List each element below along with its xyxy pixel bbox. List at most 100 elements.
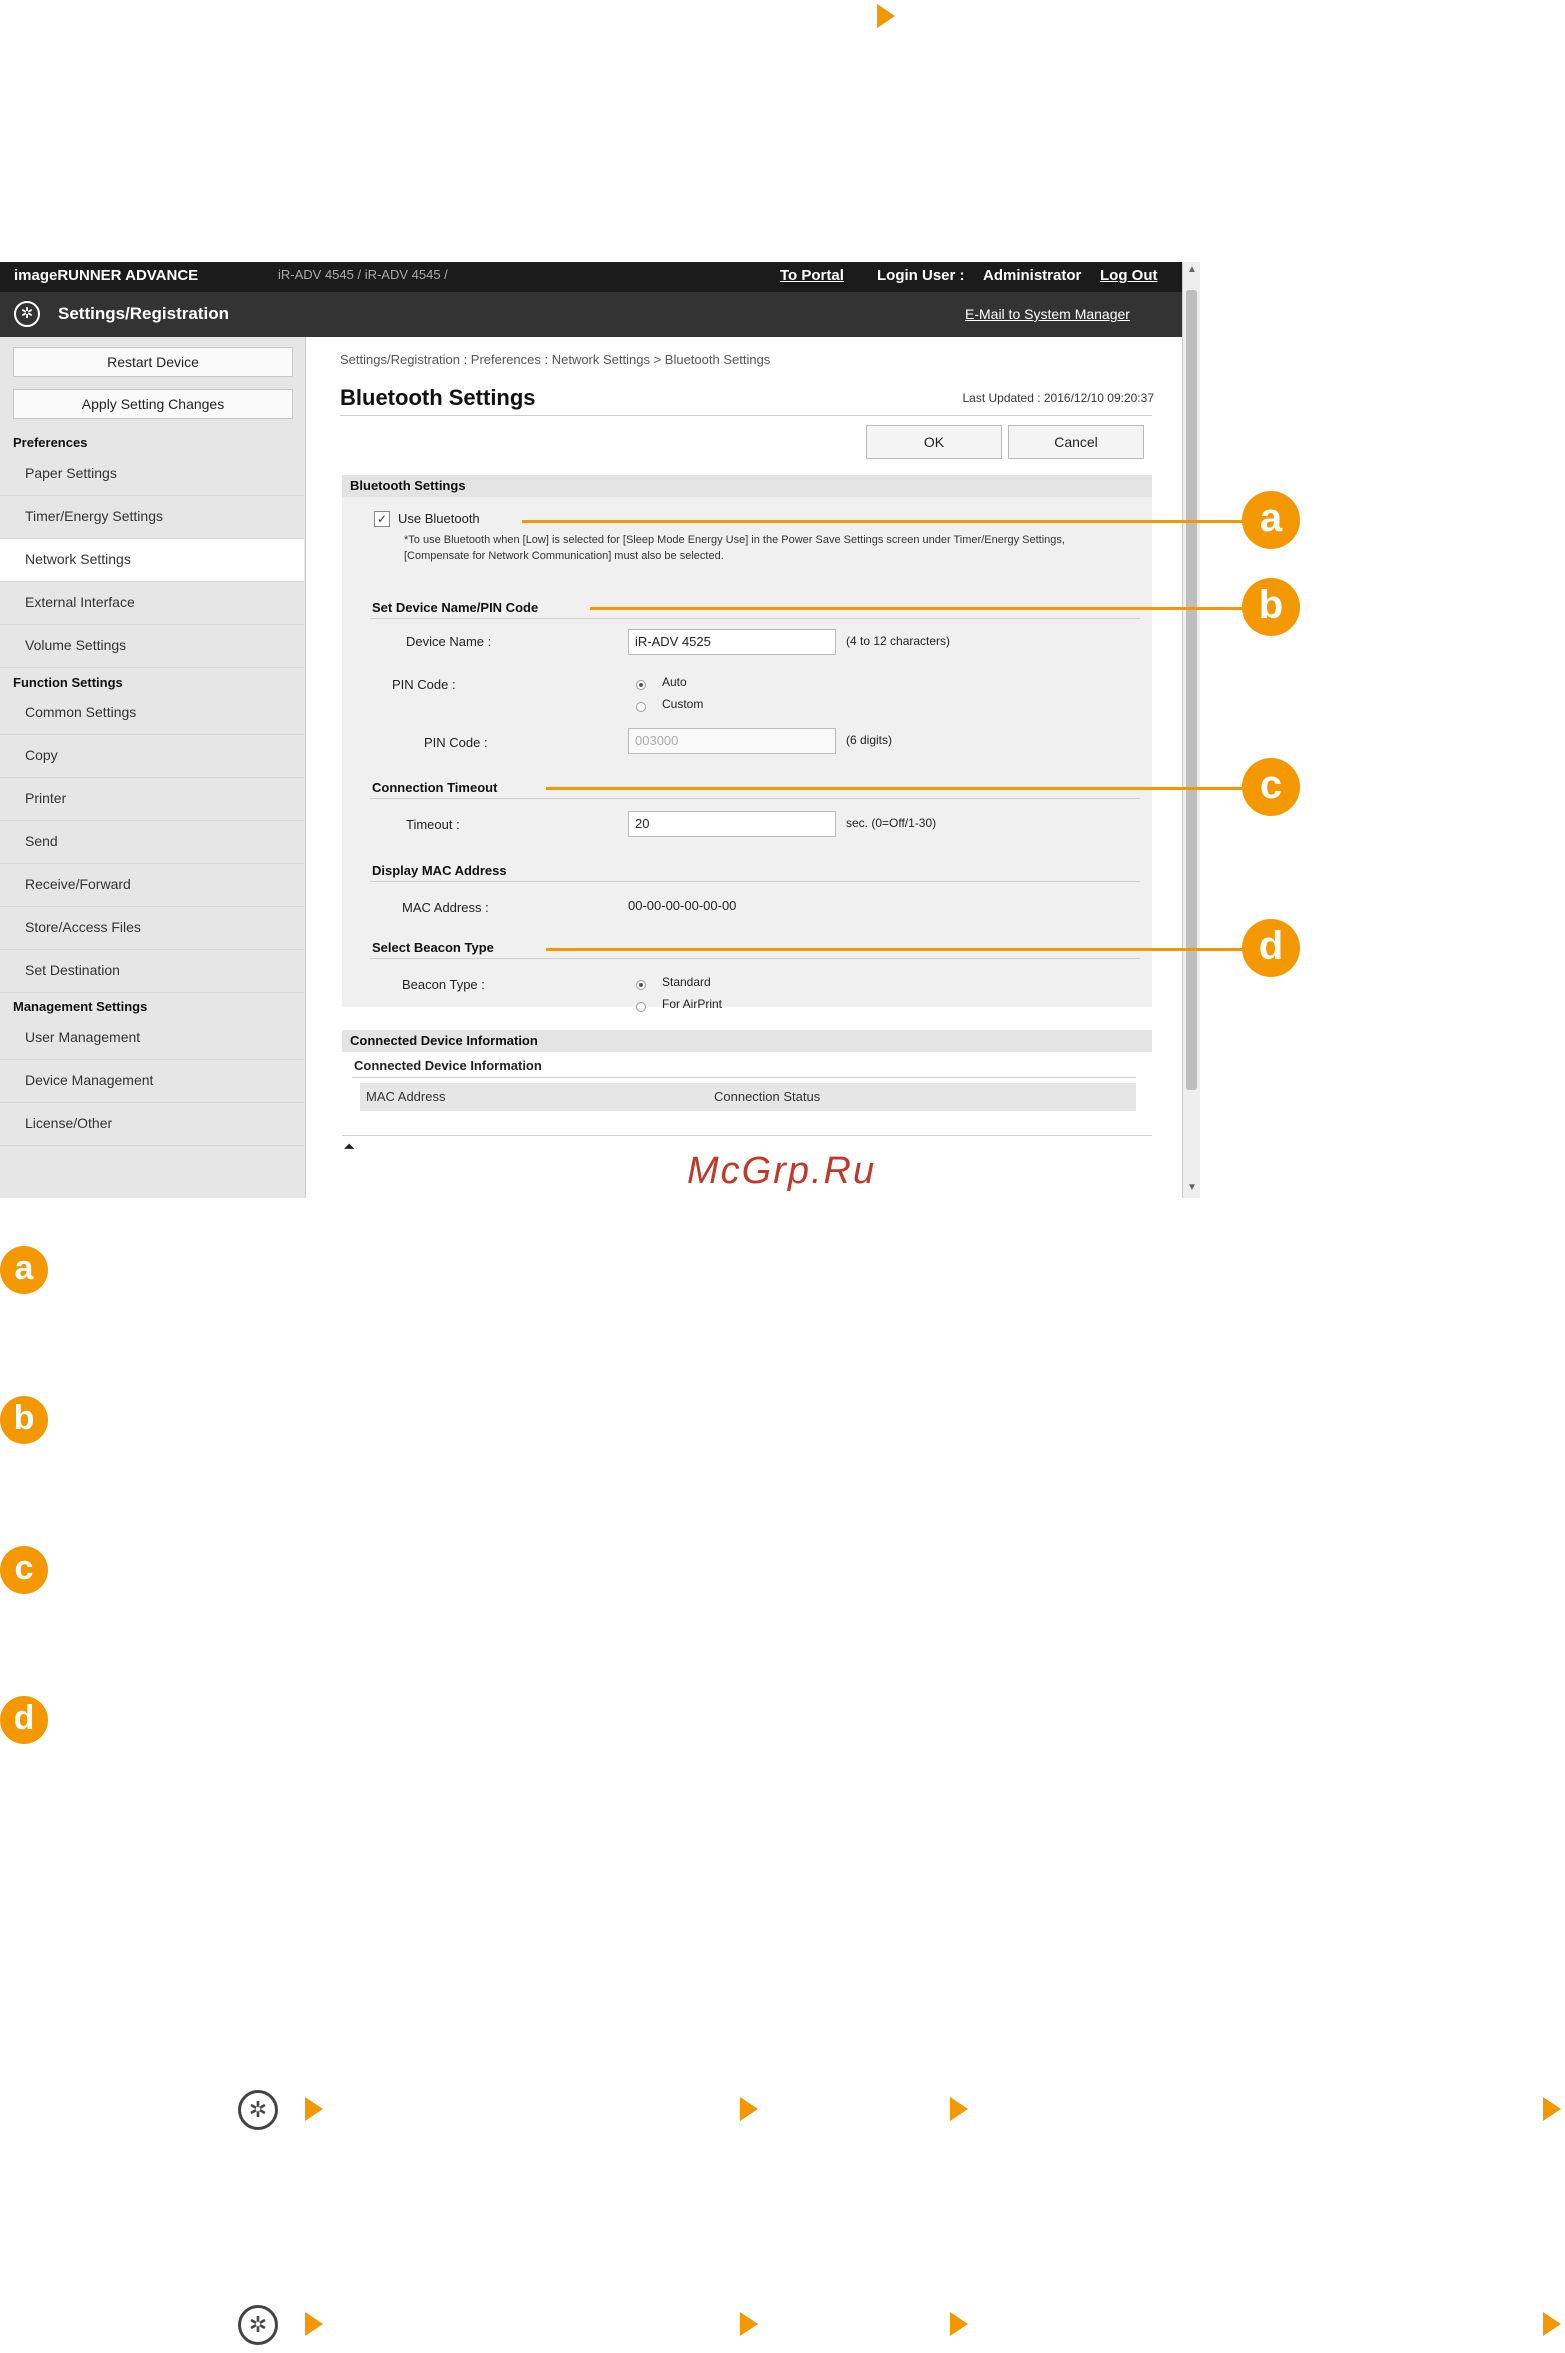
sidebar-item-timer-energy[interactable]: Timer/Energy Settings [0, 496, 304, 539]
title-bar: ✲ Settings/Registration E-Mail to System… [0, 292, 1182, 337]
sidebar-item-set-destination[interactable]: Set Destination [0, 950, 304, 993]
callout-d: d [1242, 919, 1300, 977]
use-bluetooth-checkbox[interactable]: ✓ [374, 511, 390, 527]
mac-value: 00-00-00-00-00-00 [628, 898, 737, 913]
sidebar-item-label: Receive/Forward [25, 876, 131, 892]
arrow-icon [740, 2312, 758, 2336]
sidebar: Restart Device Apply Setting Changes Pre… [0, 337, 306, 1198]
email-manager-link[interactable]: E-Mail to System Manager [965, 306, 1130, 322]
mac-label: MAC Address : [402, 900, 489, 915]
beacon-standard-radio[interactable] [636, 980, 646, 990]
sidebar-item-receive-forward[interactable]: Receive/Forward [0, 864, 304, 907]
sidebar-item-label: External Interface [25, 594, 135, 610]
scroll-down-icon[interactable]: ▼ [1187, 1182, 1197, 1193]
sidebar-item-paper-settings[interactable]: Paper Settings [0, 453, 304, 496]
bluetooth-note: *To use Bluetooth when [Low] is selected… [404, 534, 1065, 562]
restart-device-button[interactable]: Restart Device [13, 347, 293, 377]
sidebar-item-common-settings[interactable]: Common Settings [0, 692, 304, 735]
arrow-icon [877, 4, 895, 28]
section-header-bluetooth: Bluetooth Settings [342, 475, 1152, 497]
sidebar-item-copy[interactable]: Copy [0, 735, 304, 778]
sidebar-item-label: Device Management [25, 1072, 154, 1088]
timeout-heading: Connection Timeout [372, 780, 498, 795]
callout-a: a [1242, 491, 1300, 549]
divider [342, 1135, 1152, 1136]
sidebar-item-label: Volume Settings [25, 637, 127, 653]
arrow-icon [305, 2312, 323, 2336]
settings-icon: ✲ [14, 301, 40, 327]
sidebar-item-send[interactable]: Send [0, 821, 304, 864]
sidebar-heading-preferences: Preferences [13, 435, 88, 450]
cancel-button[interactable]: Cancel [1008, 425, 1144, 459]
device-name-input[interactable]: iR-ADV 4525 [628, 629, 836, 655]
login-user-label: Login User : [877, 267, 965, 284]
sidebar-item-printer[interactable]: Printer [0, 778, 304, 821]
settings-icon: ✲ [238, 2090, 278, 2130]
sidebar-item-device-management[interactable]: Device Management [0, 1060, 304, 1103]
timeout-input[interactable]: 20 [628, 811, 836, 837]
connected-table-header: MAC Address Connection Status [360, 1083, 1136, 1111]
last-updated: Last Updated : 2016/12/10 09:20:37 [962, 391, 1155, 405]
scrollbar[interactable]: ▲ ▼ [1182, 262, 1200, 1198]
pin-auto-radio[interactable] [636, 680, 646, 690]
mac-heading: Display MAC Address [372, 863, 507, 878]
callout-b: b [1242, 578, 1300, 636]
sidebar-item-label: Printer [25, 790, 67, 806]
top-bar: imageRUNNER ADVANCE iR-ADV 4545 / iR-ADV… [0, 262, 1182, 292]
app-title: Settings/Registration [58, 304, 229, 323]
logout-link[interactable]: Log Out [1100, 267, 1157, 284]
sidebar-item-label: Store/Access Files [25, 919, 141, 935]
sidebar-heading-management: Management Settings [13, 999, 148, 1014]
callout-line-c [546, 787, 1250, 790]
settings-icon: ✲ [238, 2305, 278, 2345]
to-portal-link[interactable]: To Portal [780, 267, 844, 284]
ok-button[interactable]: OK [866, 425, 1002, 459]
device-name-heading: Set Device Name/PIN Code [372, 600, 539, 615]
sidebar-item-external-interface[interactable]: External Interface [0, 582, 304, 625]
marker-d: d [0, 1696, 48, 1744]
model-name: iR-ADV 4545 / iR-ADV 4545 / [278, 267, 448, 282]
title-divider [340, 415, 1152, 416]
marker-a: a [0, 1246, 48, 1294]
sidebar-item-volume-settings[interactable]: Volume Settings [0, 625, 304, 668]
login-user-name: Administrator [983, 267, 1082, 284]
sidebar-item-label: User Management [25, 1029, 141, 1045]
connected-subheading: Connected Device Information [354, 1058, 542, 1073]
beacon-label: Beacon Type : [402, 977, 485, 992]
pin-auto-label: Auto [662, 675, 687, 689]
sidebar-item-store-access[interactable]: Store/Access Files [0, 907, 304, 950]
sidebar-item-label: Network Settings [25, 551, 131, 567]
arrow-icon [950, 2312, 968, 2336]
pin-mode-label: PIN Code : [392, 677, 456, 692]
callout-line-d [546, 948, 1250, 951]
sidebar-item-license-other[interactable]: License/Other [0, 1103, 304, 1146]
callout-line-a [522, 520, 1250, 523]
pin-custom-radio[interactable] [636, 702, 646, 712]
sidebar-heading-function: Function Settings [13, 675, 123, 690]
divider [370, 958, 1140, 959]
section-header-connected: Connected Device Information [342, 1030, 1152, 1052]
device-name-label: Device Name : [406, 634, 492, 649]
main-panel: Settings/Registration : Preferences : Ne… [306, 337, 1182, 1198]
apply-changes-button[interactable]: Apply Setting Changes [13, 389, 293, 419]
arrow-icon [950, 2097, 968, 2121]
arrow-icon [305, 2097, 323, 2121]
sidebar-item-label: Common Settings [25, 704, 137, 720]
breadcrumb: Settings/Registration : Preferences : Ne… [340, 352, 771, 367]
sidebar-item-label: Paper Settings [25, 465, 117, 481]
pin-code-input[interactable]: 003000 [628, 728, 836, 754]
callout-c: c [1242, 758, 1300, 816]
settings-window: imageRUNNER ADVANCE iR-ADV 4545 / iR-ADV… [0, 262, 1200, 1198]
beacon-airprint-radio[interactable] [636, 1002, 646, 1012]
scroll-to-top-icon[interactable]: ⏶ [344, 1139, 354, 1155]
divider [370, 798, 1140, 799]
beacon-heading: Select Beacon Type [372, 940, 494, 955]
sidebar-item-network-settings[interactable]: Network Settings [0, 539, 304, 582]
marker-b: b [0, 1396, 48, 1444]
column-header-mac: MAC Address [366, 1089, 446, 1104]
scrollbar-thumb[interactable] [1186, 290, 1197, 1090]
sidebar-item-user-management[interactable]: User Management [0, 1017, 304, 1060]
beacon-standard-label: Standard [662, 975, 711, 989]
timeout-hint: sec. (0=Off/1-30) [846, 816, 937, 830]
scroll-up-icon[interactable]: ▲ [1187, 264, 1197, 275]
